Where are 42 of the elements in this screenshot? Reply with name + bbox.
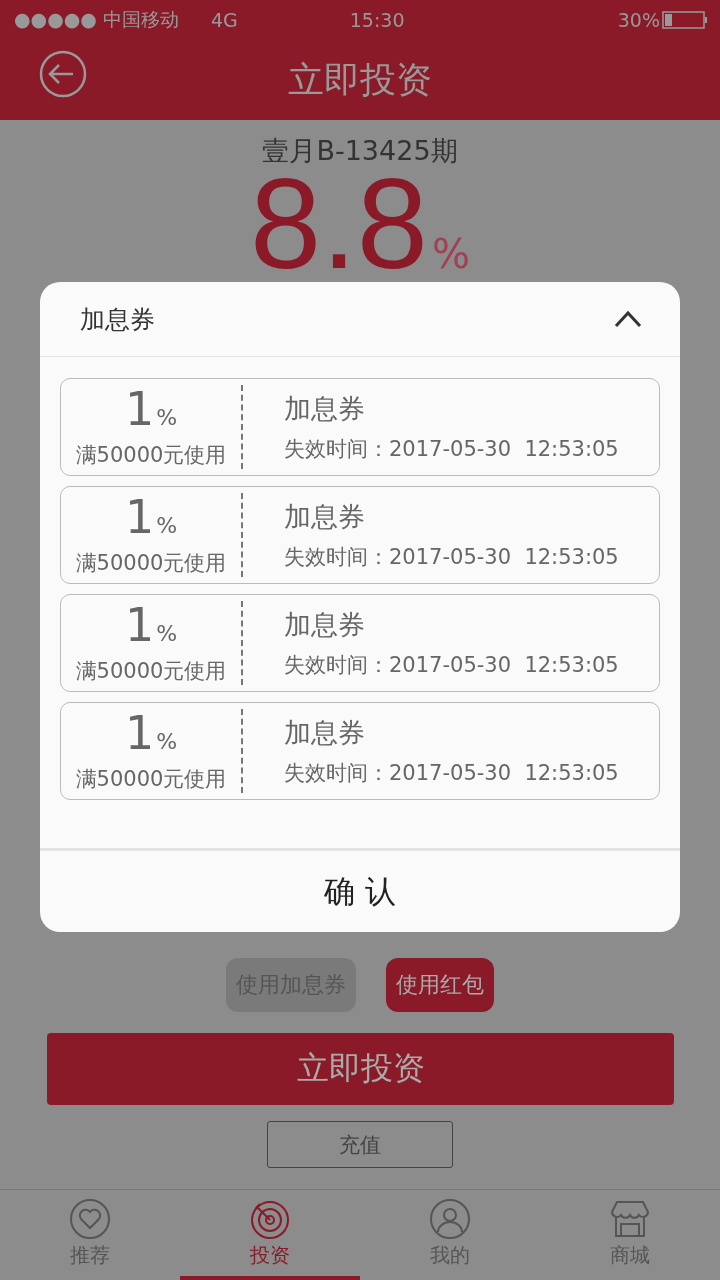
rate-value: 8.8	[250, 168, 428, 280]
coupon-unit: %	[156, 619, 178, 648]
coupon-condition: 满50000元使用	[75, 765, 227, 793]
coupon-card[interactable]: 1% 满50000元使用 加息券 失效时间：2017-05-30 12:53:05	[60, 594, 660, 692]
coupon-value: 1	[124, 709, 155, 756]
dialog-title: 加息券	[80, 303, 155, 336]
coupon-name: 加息券	[284, 716, 366, 750]
coupon-expiry: 失效时间：2017-05-30 12:53:05	[284, 760, 619, 787]
battery-percent: 30%	[617, 9, 660, 31]
coupon-condition: 满50000元使用	[75, 441, 227, 469]
coupon-value: 1	[124, 493, 155, 540]
recharge-button[interactable]: 充值	[267, 1121, 453, 1168]
coupon-name: 加息券	[284, 392, 366, 426]
back-icon[interactable]	[39, 50, 87, 98]
user-icon	[429, 1197, 471, 1240]
coupon-name: 加息券	[284, 608, 366, 642]
coupon-condition: 满50000元使用	[75, 657, 227, 685]
coupon-unit: %	[156, 403, 178, 432]
coupon-condition: 满50000元使用	[75, 549, 227, 577]
coupon-unit: %	[156, 511, 178, 540]
coupon-card[interactable]: 1% 满50000元使用 加息券 失效时间：2017-05-30 12:53:05	[60, 378, 660, 476]
confirm-button[interactable]: 确 认	[40, 848, 680, 932]
battery-icon	[662, 10, 708, 30]
coupon-value: 1	[124, 601, 155, 648]
chevron-up-icon[interactable]	[614, 310, 642, 328]
coupon-expiry: 失效时间：2017-05-30 12:53:05	[284, 436, 619, 463]
coupon-card[interactable]: 1% 满50000元使用 加息券 失效时间：2017-05-30 12:53:05	[60, 486, 660, 584]
coupon-unit: %	[156, 727, 178, 756]
network-text: 4G	[210, 9, 238, 31]
coupon-name: 加息券	[284, 500, 366, 534]
invest-button[interactable]: 立即投资	[47, 1033, 674, 1105]
coupon-value: 1	[124, 385, 155, 432]
carrier-text: ●●●●● 中国移动	[14, 7, 179, 32]
clock-text: 15:30	[349, 9, 405, 31]
tab-item[interactable]: 投资	[180, 1190, 360, 1280]
coupon-card[interactable]: 1% 满50000元使用 加息券 失效时间：2017-05-30 12:53:05	[60, 702, 660, 800]
product-name: 壹月B-13425期	[262, 134, 458, 168]
coupon-option[interactable]: 使用红包	[386, 958, 494, 1012]
coupon-expiry: 失效时间：2017-05-30 12:53:05	[284, 544, 619, 571]
header-title: 立即投资	[288, 57, 432, 102]
rate-unit: %	[431, 234, 470, 274]
coupon-expiry: 失效时间：2017-05-30 12:53:05	[284, 652, 619, 679]
